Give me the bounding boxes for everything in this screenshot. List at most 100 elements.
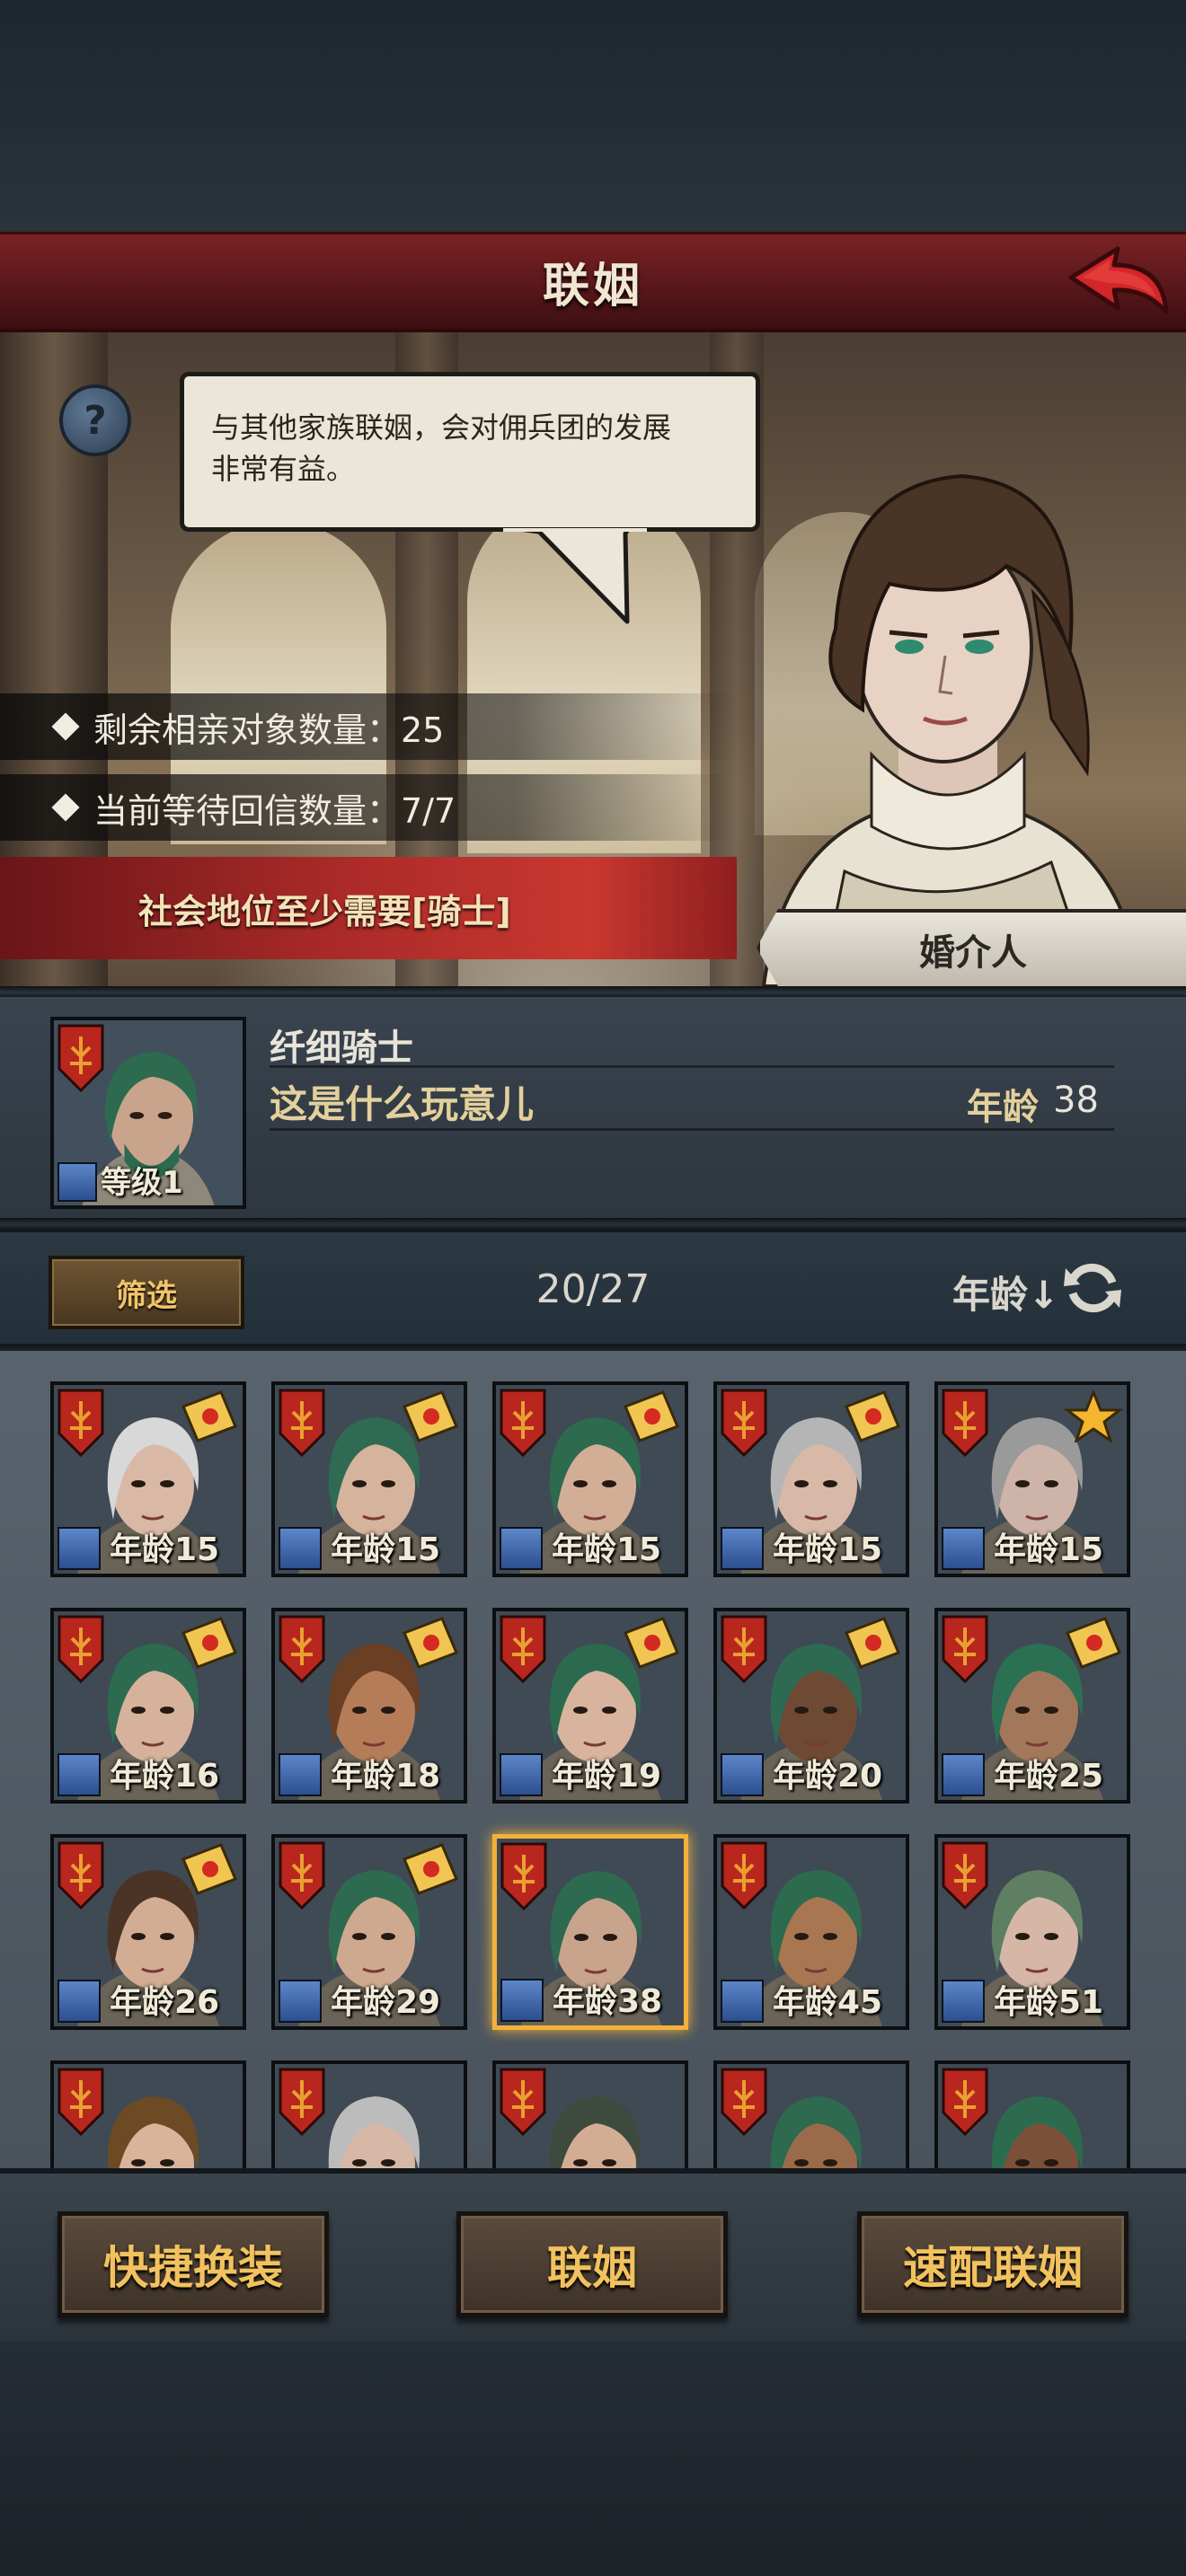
sword-class-icon [279,1980,322,2023]
selected-level-label: 等级1 [101,1165,183,1201]
candidate-card[interactable]: 年龄26 [50,1834,246,2030]
candidate-age-label: 年龄20 [773,1758,883,1795]
sword-class-icon [279,1753,322,1796]
candidate-card[interactable] [492,2060,688,2168]
sword-class-icon [721,1527,764,1570]
family-crest-icon [942,2068,988,2136]
top-background [0,0,1186,232]
candidate-card[interactable]: 年龄45 [713,1834,909,2030]
candidate-card[interactable] [271,2060,467,2168]
marry-button[interactable]: 联姻 [456,2211,728,2317]
candidate-age-label: 年龄51 [994,1984,1104,2021]
candidate-age-label: 年龄15 [773,1531,883,1568]
letter-badge-icon [845,1617,900,1669]
letter-badge-icon [181,1843,237,1895]
matchmaker-portrait [761,473,1144,986]
action-bar: 快捷换装 联姻 速配联姻 [0,2168,1186,2341]
star-badge-icon [1064,1390,1123,1442]
candidate-age-label: 年龄15 [110,1531,220,1568]
sword-class-icon [942,1753,985,1796]
sword-class-icon [58,1753,101,1796]
candidate-card[interactable]: 年龄29 [271,1834,467,2030]
candidate-card[interactable]: 年龄15 [492,1381,688,1577]
diamond-bullet-icon [51,793,80,822]
letter-badge-icon [1066,1617,1121,1669]
family-crest-icon [58,2068,104,2136]
sword-class-icon [500,1753,543,1796]
candidate-count: 20/27 [535,1266,651,1312]
selected-character-panel: 等级1 纤细骑士 这是什么玩意儿 年龄 38 [0,997,1186,1218]
family-crest-icon [500,1842,547,1910]
page-title: 联姻 [542,260,643,313]
candidate-age-label: 年龄38 [553,1983,663,2020]
candidate-age-label: 年龄16 [110,1758,220,1795]
sword-class-icon [721,1980,764,2023]
candidate-card[interactable]: 年龄15 [934,1381,1130,1577]
selected-character-title: 这是什么玩意儿 [270,1082,535,1126]
candidate-card[interactable]: 年龄16 [50,1608,246,1804]
selected-age-label: 年龄 [967,1087,1039,1128]
candidate-age-label: 年龄19 [552,1758,662,1795]
family-crest-icon [721,2068,767,2136]
family-crest-icon [58,1615,104,1683]
candidate-card[interactable]: 年龄15 [271,1381,467,1577]
pending-replies-text: 当前等待回信数量：7/7 [93,790,456,831]
candidate-card[interactable]: 年龄15 [713,1381,909,1577]
candidate-card[interactable] [50,2060,246,2168]
family-crest-icon [500,1615,546,1683]
diamond-bullet-icon [51,712,80,741]
letter-badge-icon [181,1617,237,1669]
candidate-card[interactable]: 年龄51 [934,1834,1130,2030]
sword-class-icon [942,1527,985,1570]
candidate-age-label: 年龄26 [110,1984,220,2021]
candidate-card[interactable] [713,2060,909,2168]
candidate-card[interactable]: 年龄20 [713,1608,909,1804]
filter-button[interactable]: 筛选 [49,1256,244,1329]
candidate-age-label: 年龄15 [994,1531,1104,1568]
dialogue-bubble: 与其他家族联姻，会对佣兵团的发展 非常有益。 [180,372,760,532]
family-crest-icon [279,1841,325,1910]
selected-character-avatar[interactable]: 等级1 [50,1017,246,1209]
rank-requirement-text: 社会地位至少需要[骑士] [138,891,511,931]
sword-class-icon [721,1753,764,1796]
family-crest-icon [721,1615,767,1683]
candidate-age-label: 年龄25 [994,1758,1104,1795]
divider [270,1065,1114,1068]
candidate-card[interactable]: 年龄38 [492,1834,688,2030]
remaining-candidates-row: 剩余相亲对象数量：25 [0,693,737,760]
sword-class-icon [942,1980,985,2023]
sword-class-icon [58,1527,101,1570]
candidate-card[interactable]: 年龄25 [934,1608,1130,1804]
matchmaker-label: 婚介人 [919,932,1027,974]
family-crest-icon [58,1389,104,1457]
candidate-age-label: 年龄29 [331,1984,441,2021]
candidate-card[interactable]: 年龄18 [271,1608,467,1804]
quick-outfit-button[interactable]: 快捷换装 [58,2211,329,2317]
family-crest-icon [279,1615,325,1683]
refresh-icon[interactable] [1060,1256,1125,1320]
quick-match-button[interactable]: 速配联姻 [857,2211,1128,2317]
help-button[interactable]: ? [59,384,131,456]
dialogue-line: 非常有益。 [211,452,356,486]
candidate-age-label: 年龄15 [331,1531,441,1568]
candidate-age-label: 年龄18 [331,1758,441,1795]
sword-class-icon [279,1527,322,1570]
candidate-card[interactable]: 年龄19 [492,1608,688,1804]
letter-badge-icon [403,1617,458,1669]
family-crest-icon [721,1841,767,1910]
back-arrow-icon[interactable] [1062,242,1173,328]
family-crest-icon [942,1389,988,1457]
candidate-age-label: 年龄45 [773,1984,883,2021]
rank-requirement-banner: 社会地位至少需要[骑士] [0,857,737,959]
sword-class-icon [58,1980,101,2023]
candidate-card[interactable] [934,2060,1130,2168]
candidate-grid: 年龄15 年龄15 年龄15 年龄15 年龄15 年龄16 年龄18 年龄19 年龄20 年龄25… [0,1351,1186,2168]
family-crest-icon [279,2068,325,2136]
family-crest-icon [58,1024,104,1092]
letter-badge-icon [403,1843,458,1895]
sword-class-icon [500,1527,543,1570]
candidate-card[interactable]: 年龄15 [50,1381,246,1577]
letter-badge-icon [845,1390,900,1442]
sort-age-toggle[interactable]: 年龄↓ [952,1265,1059,1319]
family-crest-icon [279,1389,325,1457]
